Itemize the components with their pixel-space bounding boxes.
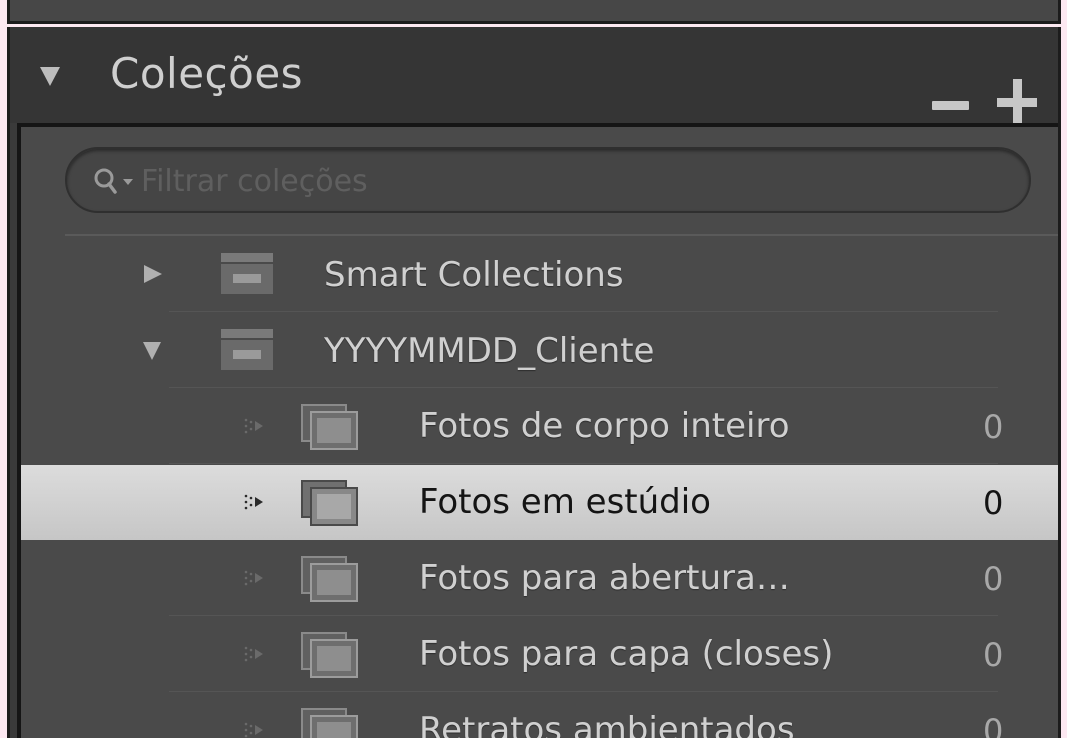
collection-icon (301, 708, 358, 738)
panel-body: Smart Collections YYYYMMDD_Cliente Fotos (17, 123, 1058, 738)
collection-name: Fotos de corpo inteiro (419, 406, 790, 446)
add-collection-button[interactable] (997, 79, 1043, 131)
tree-row-smart-collections[interactable]: Smart Collections (21, 237, 1058, 312)
divider (169, 691, 998, 692)
search-input[interactable] (141, 159, 1001, 203)
drag-handle-icon[interactable] (243, 418, 265, 434)
collection-set-icon (221, 253, 273, 294)
photo-count: 0 (983, 560, 1004, 598)
panel-header[interactable]: Coleções (10, 27, 1058, 131)
top-panel-edge (7, 0, 1061, 24)
collection-name: Fotos em estúdio (419, 482, 711, 522)
tree-row-label: YYYYMMDD_Cliente (324, 331, 655, 371)
tree-row-yyyymmdd-cliente[interactable]: YYYYMMDD_Cliente (21, 313, 1058, 388)
remove-collection-button[interactable] (932, 101, 969, 110)
collection-icon (301, 480, 358, 526)
expand-triangle-icon[interactable] (144, 265, 162, 283)
tree-row-label: Smart Collections (324, 255, 624, 295)
drag-handle-icon[interactable] (243, 646, 265, 662)
search-options-caret-icon[interactable] (123, 179, 133, 185)
collection-name: Fotos para abertura… (419, 558, 790, 598)
search-field[interactable] (65, 147, 1031, 213)
photo-count: 0 (983, 712, 1004, 738)
panel-title: Coleções (110, 49, 304, 98)
collection-icon (301, 404, 358, 450)
drag-handle-icon[interactable] (243, 570, 265, 586)
collapse-triangle-icon[interactable] (40, 67, 60, 86)
divider (169, 387, 998, 388)
collection-name: Retratos ambientados (419, 710, 795, 738)
collection-row-selected[interactable]: Fotos em estúdio 0 (21, 465, 1058, 540)
photo-count: 0 (983, 408, 1004, 446)
collections-panel: Coleções Smart Collections (7, 27, 1061, 738)
collapse-triangle-icon[interactable] (143, 342, 161, 360)
photo-count: 0 (983, 484, 1004, 522)
collection-row[interactable]: Fotos para capa (closes) 0 (21, 617, 1058, 692)
collection-row[interactable]: Fotos para abertura… 0 (21, 541, 1058, 616)
collection-icon (301, 632, 358, 678)
divider (65, 234, 1058, 236)
photo-count: 0 (983, 636, 1004, 674)
collection-name: Fotos para capa (closes) (419, 634, 834, 674)
collection-icon (301, 556, 358, 602)
search-icon (94, 168, 117, 194)
collection-row[interactable]: Fotos de corpo inteiro 0 (21, 389, 1058, 464)
divider (169, 311, 998, 312)
divider (169, 463, 998, 464)
collection-set-icon (221, 329, 273, 370)
drag-handle-icon[interactable] (243, 494, 265, 510)
divider (169, 615, 998, 616)
drag-handle-icon[interactable] (243, 722, 265, 738)
collection-row[interactable]: Retratos ambientados 0 (21, 693, 1058, 738)
